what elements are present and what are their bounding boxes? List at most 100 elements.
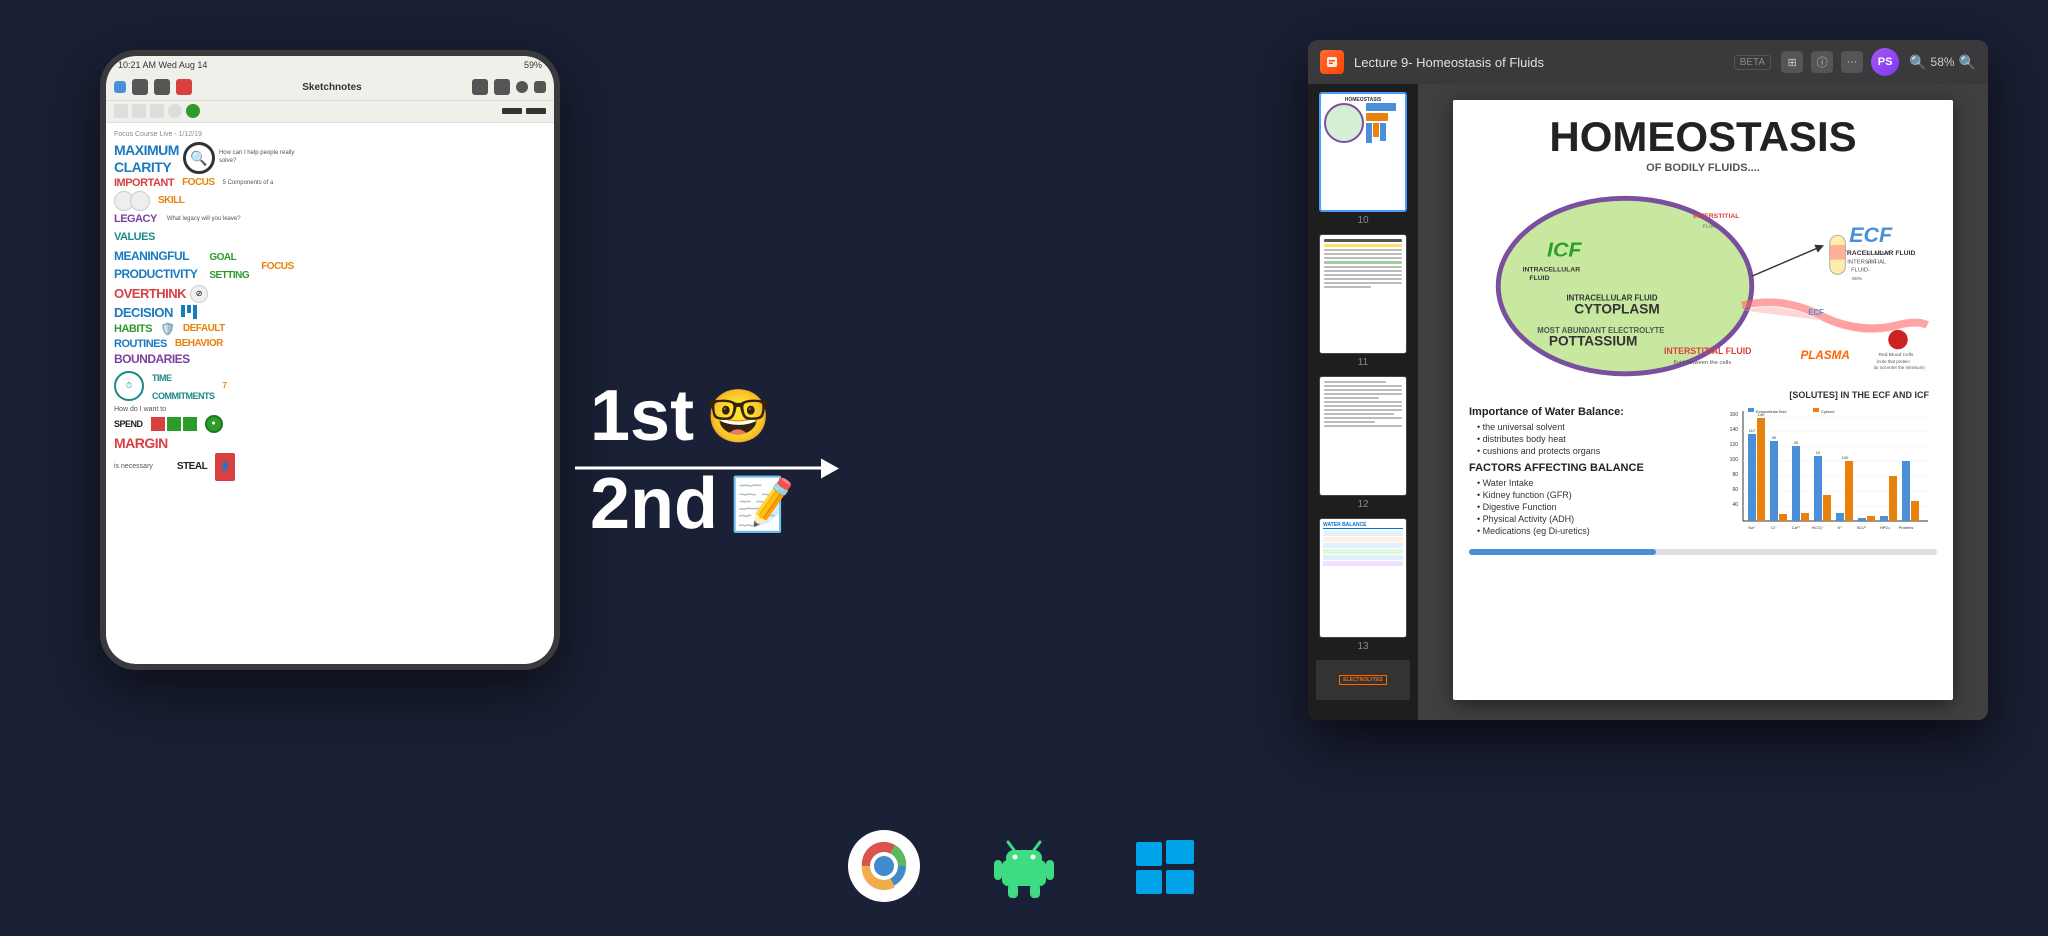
minus-tool[interactable] <box>502 108 522 114</box>
sketchnotes-content: Focus Course Live - 1/12/19 MAXIMUM CLAR… <box>106 123 554 664</box>
sketch-row-7: DECISION <box>114 305 546 320</box>
svg-text:PLASMA: PLASMA <box>1801 349 1850 362</box>
user-avatar: PS <box>1871 48 1899 76</box>
page-scrollbar[interactable] <box>1469 549 1937 555</box>
bookmark-button[interactable] <box>176 79 192 95</box>
thumb-line <box>1324 257 1402 259</box>
margin-note: is necessary <box>114 463 153 470</box>
bar-chart-container: 160 140 120 100 80 60 40 <box>1709 406 1937 541</box>
word-focus: FOCUS <box>182 177 215 188</box>
number-7: 7 <box>223 381 227 390</box>
pdf-body: HOMEOSTASIS <box>1308 84 1988 720</box>
pdf-thumbnails-panel[interactable]: HOMEOSTASIS <box>1308 84 1418 720</box>
tablet-toolbar: Sketchnotes <box>106 75 554 101</box>
electrolytes-label: ELECTROLYTES <box>1339 675 1387 685</box>
factors-title: FACTORS AFFECTING BALANCE <box>1469 462 1697 474</box>
pdf-page: HOMEOSTASIS OF BODILY FLUIDS.... ICF INT… <box>1453 100 1953 700</box>
thumb-num-11: 11 <box>1358 357 1368 368</box>
word-decision: DECISION <box>114 305 173 320</box>
thumbnail-electrolytes[interactable]: ELECTROLYTES <box>1316 660 1410 700</box>
sketch-row-2: IMPORTANT FOCUS 5 Components of a <box>114 177 546 189</box>
zoom-out-button[interactable]: 🔍 <box>1909 54 1926 71</box>
figure-icon: 👤 <box>215 453 235 481</box>
word-habits: HABITS <box>114 323 152 335</box>
svg-text:FLUID: FLUID <box>1529 275 1549 282</box>
sketch-row-15: is necessary STEAL 👤 <box>114 453 546 481</box>
close-button[interactable] <box>534 81 546 93</box>
thumb-line <box>1324 261 1402 264</box>
zoom-in-button[interactable]: 🔍 <box>1959 54 1976 71</box>
first-emoji: 🤓 <box>706 386 771 447</box>
second-emoji: 📝 <box>730 474 795 535</box>
chrome-icon[interactable] <box>844 826 924 906</box>
zoom-level: 58% <box>1931 55 1955 69</box>
android-icon[interactable] <box>984 826 1064 906</box>
svg-text:Proteins: Proteins <box>1899 525 1914 530</box>
add-button[interactable] <box>516 81 528 93</box>
thumbnail-13[interactable]: WATER BALANCE 13 <box>1316 518 1410 652</box>
thumb-line <box>1324 389 1402 391</box>
thumb-line <box>1324 393 1402 395</box>
search-button[interactable] <box>154 79 170 95</box>
thumb-line <box>1324 421 1375 423</box>
svg-text:140: 140 <box>1758 412 1765 417</box>
back-button[interactable] <box>114 81 126 93</box>
word-goal: GOAL <box>209 252 236 263</box>
thumb-line <box>1324 286 1371 288</box>
wb-row <box>1323 531 1403 536</box>
factor-5: • Medications (eg Di-uretics) <box>1469 526 1697 536</box>
bar-chart-svg: 160 140 120 100 80 60 40 <box>1709 406 1937 536</box>
thumb-line <box>1324 425 1402 427</box>
svg-text:100: 100 <box>1842 455 1849 460</box>
tool-btn[interactable] <box>114 104 128 118</box>
word-important: IMPORTANT <box>114 177 174 189</box>
tool-btn[interactable] <box>150 104 164 118</box>
importance-item-2: • distributes body heat <box>1469 434 1697 444</box>
grid-button[interactable] <box>132 79 148 95</box>
venn2 <box>130 191 150 211</box>
sketch-row-14: MARGIN <box>114 435 546 451</box>
color-green[interactable] <box>186 104 200 118</box>
svg-text:FLUID-: FLUID- <box>1851 267 1870 273</box>
tablet-battery: 59% <box>524 60 542 70</box>
decision-bars <box>181 305 197 319</box>
tablet-toolbar-2 <box>106 101 554 123</box>
svg-text:(note that protein: (note that protein <box>1877 359 1911 364</box>
tablet-toolbar-title: Sketchnotes <box>198 82 466 93</box>
second-label: 2nd <box>590 468 718 540</box>
sidebar-toggle-button[interactable]: ⊞ <box>1781 51 1803 73</box>
lower-section: Importance of Water Balance: • the unive… <box>1469 406 1937 541</box>
homeostasis-subtitle: OF BODILY FLUIDS.... <box>1469 162 1937 174</box>
thumbnail-11[interactable]: 11 <box>1316 234 1410 368</box>
svg-text:INTERSTITIAL: INTERSTITIAL <box>1693 213 1739 220</box>
svg-text:INTRACELLULAR: INTRACELLULAR <box>1523 266 1581 273</box>
tablet-time: 10:21 AM Wed Aug 14 <box>118 60 207 70</box>
labels-container: 1st 🤓 2nd 📝 <box>590 380 795 540</box>
word-productivity: PRODUCTIVITY <box>114 267 197 281</box>
factor-4: • Physical Activity (ADH) <box>1469 514 1697 524</box>
tool-btn[interactable] <box>132 104 146 118</box>
word-legacy: LEGACY <box>114 213 157 225</box>
svg-text:ECF: ECF <box>1808 308 1824 317</box>
thumb-num-13: 13 <box>1357 641 1368 652</box>
thumb-line <box>1324 417 1402 419</box>
color-btn[interactable] <box>168 104 182 118</box>
legacy-note: What legacy will you leave? <box>167 216 241 222</box>
info-button[interactable]: ⓘ <box>1811 51 1833 73</box>
redo-button[interactable] <box>494 79 510 95</box>
wb-row <box>1323 555 1403 560</box>
word-commitments: COMMITMENTS <box>152 391 215 401</box>
factor-2: • Kidney function (GFR) <box>1469 490 1697 500</box>
undo-button[interactable] <box>472 79 488 95</box>
thumb-line <box>1324 253 1402 255</box>
wb-row <box>1323 561 1403 566</box>
more-button[interactable]: ··· <box>1841 51 1863 73</box>
svg-text:60%: 60% <box>1852 276 1862 282</box>
spend-note: How do I want to <box>114 406 166 413</box>
dash-tool[interactable] <box>526 108 546 114</box>
windows-icon[interactable] <box>1124 826 1204 906</box>
thumbnail-12[interactable]: 12 <box>1316 376 1410 510</box>
thumbnail-10[interactable]: HOMEOSTASIS <box>1316 92 1410 226</box>
windows-logo-icon <box>1128 830 1200 902</box>
svg-text:Cl⁻: Cl⁻ <box>1771 525 1777 530</box>
